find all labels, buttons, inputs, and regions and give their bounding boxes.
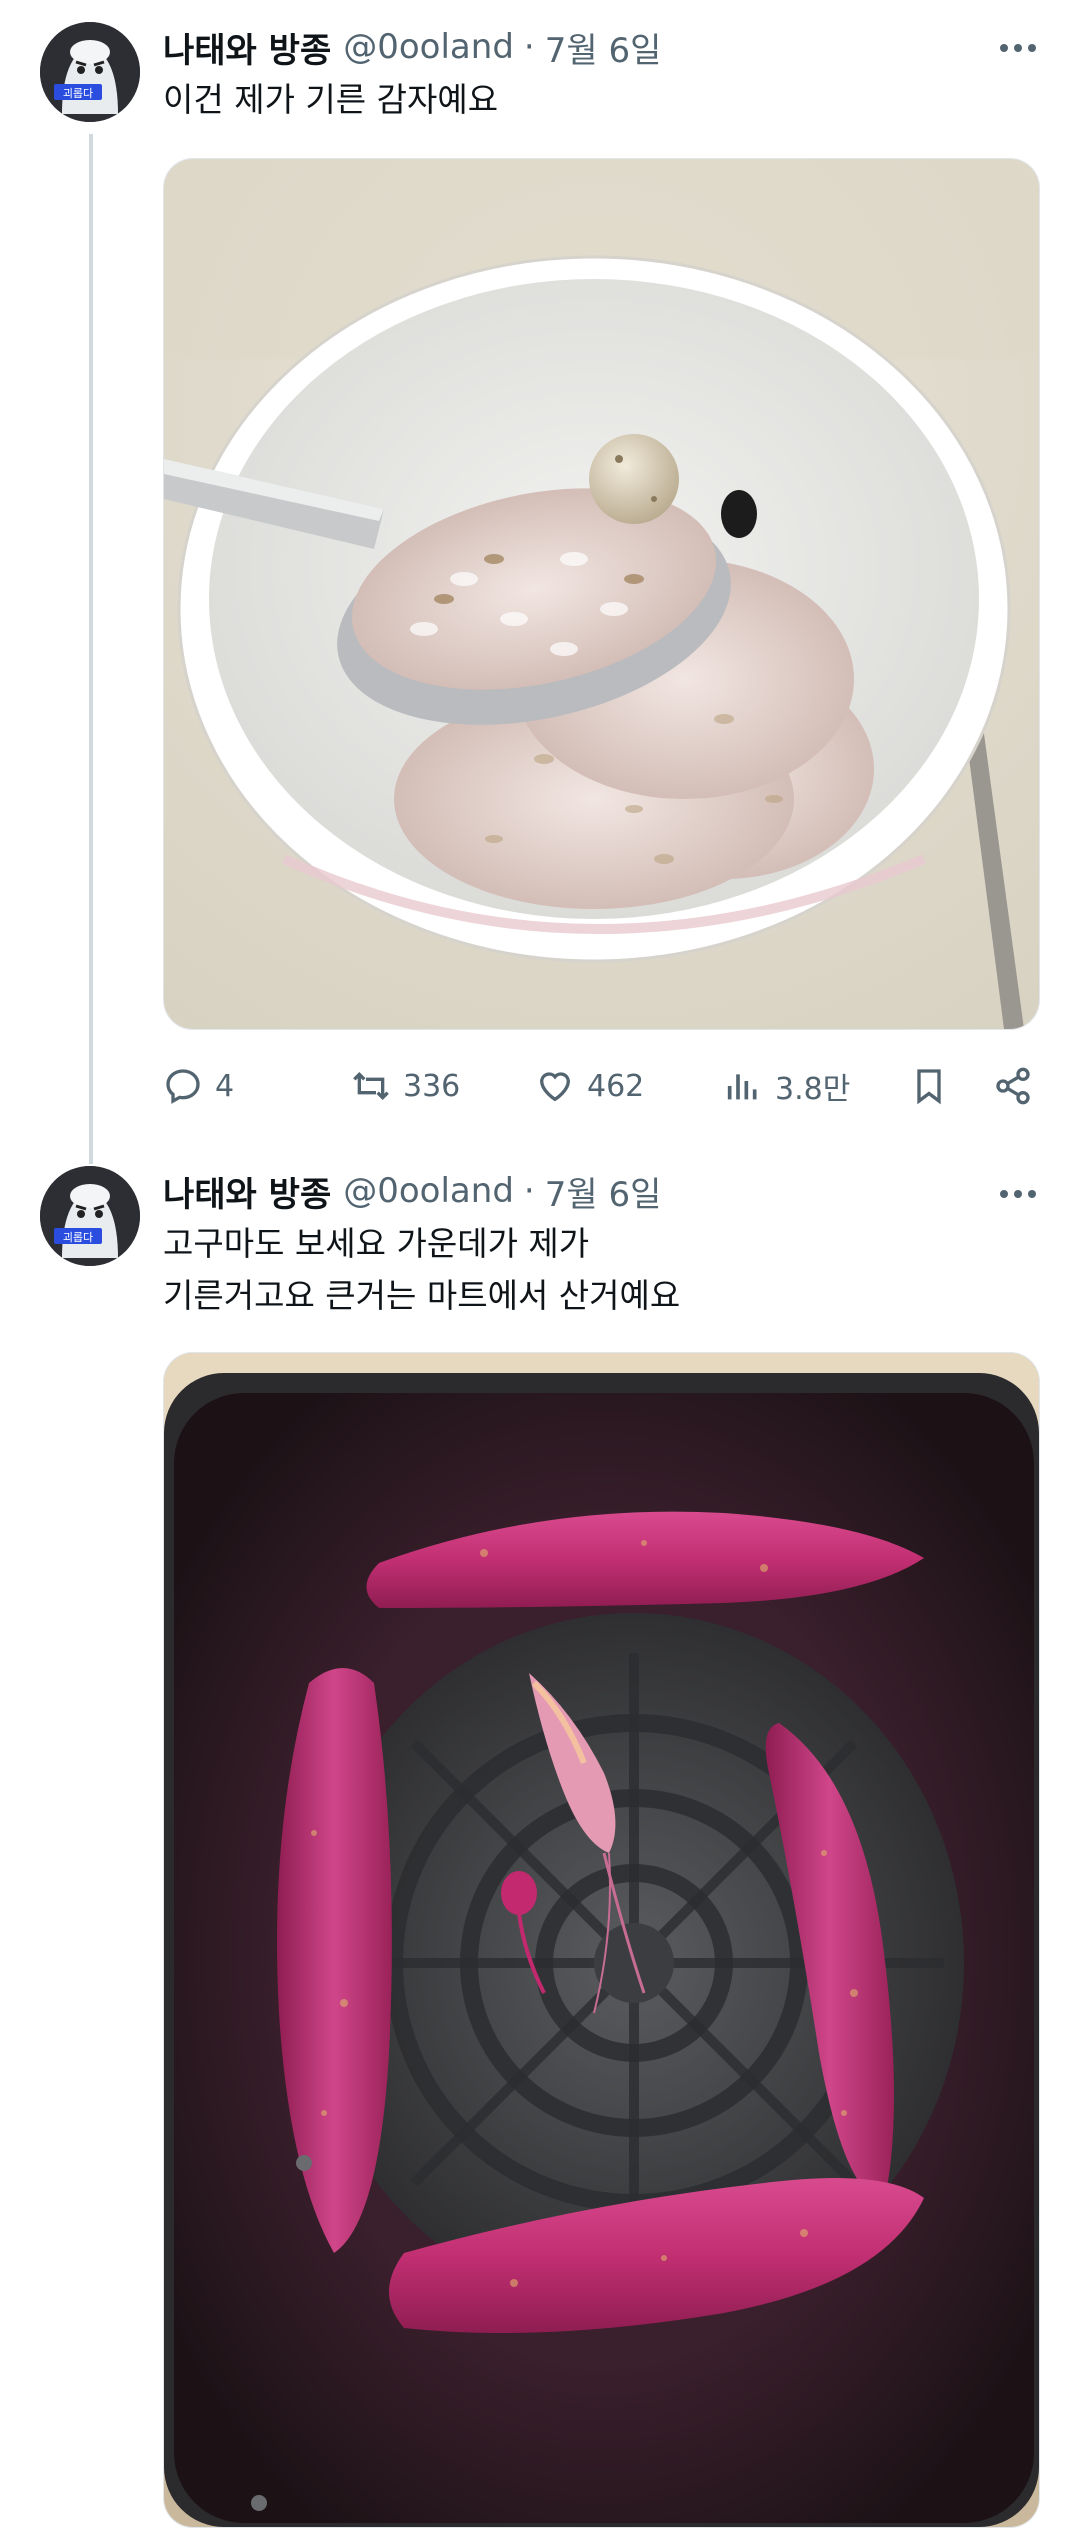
avatar[interactable]: 괴롭다 [40, 1166, 140, 1266]
retweet-button[interactable]: 336 [351, 1066, 460, 1106]
tweet-header: 나태와 방종 @0ooland · 7월 6일 [163, 22, 1023, 72]
views-button[interactable]: 3.8만 [723, 1064, 850, 1108]
tweet-image[interactable] [163, 1352, 1040, 2528]
bookmark-icon [917, 1069, 941, 1105]
tweet-text: 고구마도 보세요 가운데가 제가 기른거고요 큰거는 마트에서 산거예요 [163, 1218, 1023, 1322]
author-handle[interactable]: @0ooland [343, 27, 514, 67]
reply-icon [166, 1069, 200, 1104]
avatar-label: 괴롭다 [63, 87, 93, 100]
share-button[interactable] [993, 1066, 1045, 1106]
more-icon[interactable] [996, 1172, 1040, 1216]
share-icon [996, 1067, 1030, 1105]
tweet-2[interactable]: 괴롭다 나태와 방종 @0ooland · 7월 6일 고구마도 보세요 가운데… [0, 1162, 1080, 2546]
like-count: 462 [587, 1068, 645, 1104]
tweet-text-line: 이건 제가 기른 감자예요 [163, 80, 499, 119]
retweet-icon [353, 1071, 389, 1101]
separator: · [523, 1171, 535, 1211]
like-icon [539, 1072, 571, 1102]
bookmark-button[interactable] [909, 1066, 961, 1106]
tweet-1[interactable]: 괴롭다 나태와 방종 @0ooland · 7월 6일 이건 제가 기른 감자예… [0, 20, 1080, 1180]
author-handle[interactable]: @0ooland [343, 1171, 514, 1211]
tweet-text: 이건 제가 기른 감자예요 [163, 74, 1023, 126]
retweet-count: 336 [403, 1068, 461, 1104]
tweet-date[interactable]: 7월 6일 [545, 1167, 662, 1216]
tweet-text-line: 기른거고요 큰거는 마트에서 산거예요 [163, 1276, 681, 1315]
author-name[interactable]: 나태와 방종 [163, 23, 331, 72]
separator: · [523, 27, 535, 67]
reply-button[interactable]: 4 [163, 1066, 234, 1106]
tweet-text-line: 고구마도 보세요 가운데가 제가 [163, 1224, 590, 1263]
avatar[interactable]: 괴롭다 [40, 22, 140, 122]
views-icon [727, 1074, 757, 1100]
reply-count: 4 [215, 1068, 235, 1104]
avatar-label: 괴롭다 [63, 1231, 93, 1244]
views-count: 3.8만 [775, 1072, 851, 1107]
like-button[interactable]: 462 [535, 1066, 644, 1106]
tweet-actions: 4 336 462 3.8만 [163, 1056, 1043, 1116]
author-name[interactable]: 나태와 방종 [163, 1167, 331, 1216]
tweet-date[interactable]: 7월 6일 [545, 23, 662, 72]
tweet-header: 나태와 방종 @0ooland · 7월 6일 [163, 1166, 1023, 1216]
tweet-image[interactable] [163, 158, 1040, 1030]
more-icon[interactable] [996, 26, 1040, 70]
